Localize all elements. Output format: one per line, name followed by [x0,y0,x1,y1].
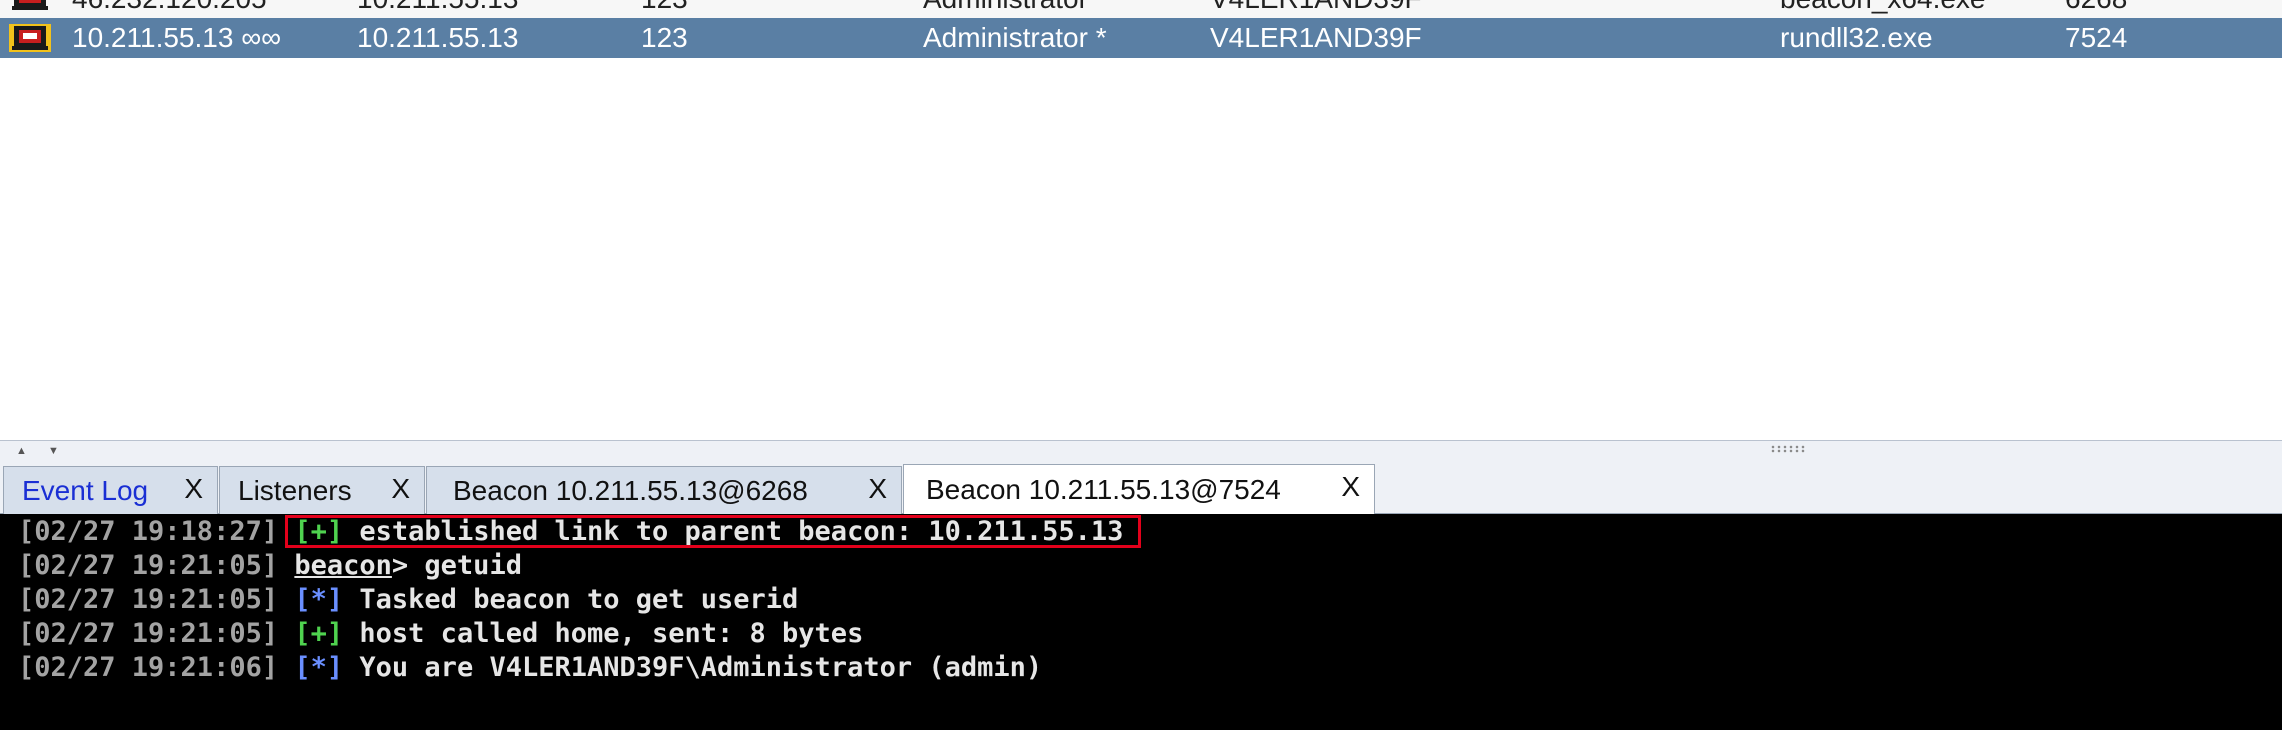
computer: V4LER1AND39F [1210,22,1422,53]
console-line: [02/27 19:21:05] [*] Tasked beacon to ge… [18,583,798,617]
tab-label: Beacon 10.211.55.13@7524 [926,474,1281,505]
internal-ip: 10.211.55.13 [357,0,518,20]
timestamp: [02/27 19:21:05] [18,584,279,615]
console-line: [02/27 19:21:05] beacon> getuid [18,549,522,583]
tab-beacon-6268[interactable]: Beacon 10.211.55.13@6268 X [426,466,902,514]
console-text: > getuid [391,550,522,581]
tab-close-button[interactable]: X [184,473,203,505]
console-line: [02/27 19:21:05] [+] host called home, s… [18,617,863,651]
timestamp: [02/27 19:21:05] [18,550,279,581]
tab-close-button[interactable]: X [1341,471,1360,503]
computer: V4LER1AND39F [1210,0,1422,20]
splitter-down-arrow-icon[interactable]: ▼ [48,445,59,457]
tab-close-button[interactable]: X [391,473,410,505]
external-ip: 46.232.120.205 [72,0,267,20]
session-row-selected[interactable]: 10.211.55.13 ∞∞ 10.211.55.13 123 Adminis… [0,18,2282,58]
tab-listeners[interactable]: Listeners X [219,466,425,514]
console-line: [02/27 19:21:06] [*] You are V4LER1AND39… [18,651,1042,685]
process: rundll32.exe [1780,22,1933,53]
process: beacon_x64.exe [1780,0,1986,20]
listener: 123 [641,0,688,20]
timestamp: [02/27 19:21:06] [18,652,279,683]
internal-ip: 10.211.55.13 [357,22,519,53]
session-table[interactable]: 46.232.120.205 10.211.55.13 123 Administ… [0,0,2282,440]
console-text: host called home, sent: 8 bytes [359,618,864,649]
tab-bar: Event Log X Listeners X Beacon 10.211.55… [0,464,2282,515]
console-text: You are V4LER1AND39F\Administrator (admi… [359,652,1043,683]
info-marker: [*] [294,652,344,683]
pid: 6268 [2065,0,2127,20]
user: Administrator * [923,22,1107,53]
console-text: Tasked beacon to get userid [359,584,799,615]
timestamp: [02/27 19:21:05] [18,618,279,649]
tab-beacon-7524[interactable]: Beacon 10.211.55.13@7524 X [903,464,1375,515]
success-marker: [+] [294,618,344,649]
pid: 7524 [2065,22,2128,53]
beacon-session-icon [9,24,51,52]
session-row[interactable]: 46.232.120.205 10.211.55.13 123 Administ… [0,0,2282,20]
tab-close-button[interactable]: X [868,473,887,505]
pane-splitter[interactable]: ▲ ▼ [0,440,2282,464]
tab-label: Beacon 10.211.55.13@6268 [453,474,808,506]
beacon-session-icon [12,0,48,10]
tab-event-log[interactable]: Event Log X [3,466,218,514]
info-marker: [*] [294,584,344,615]
splitter-up-arrow-icon[interactable]: ▲ [16,445,27,457]
listener: 123 [641,22,688,53]
beacon-console[interactable]: [02/27 19:18:27] [+] established link to… [0,514,2282,730]
highlight-box [285,515,1141,548]
console-prompt: beacon [294,550,392,581]
splitter-grip-icon[interactable] [1770,445,1806,453]
user: Administrator [923,0,1088,20]
tab-label: Event Log [22,474,149,506]
timestamp: [02/27 19:18:27] [18,516,279,547]
external-ip: 10.211.55.13 ∞∞ [72,22,282,53]
tab-label: Listeners [238,474,352,506]
